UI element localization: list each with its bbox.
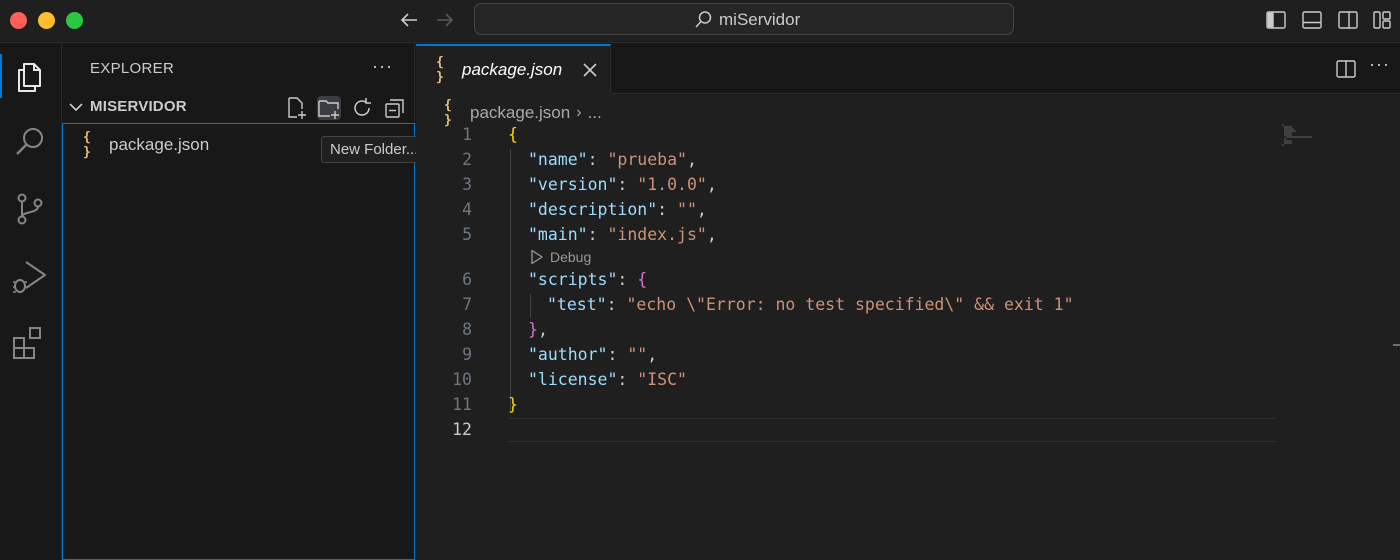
file-tree: { } package.json (62, 123, 415, 560)
code-line: "version": "1.0.0", (528, 175, 717, 194)
line-number: 8 (462, 320, 472, 339)
search-text: miServidor (719, 10, 801, 29)
files-icon[interactable] (10, 56, 50, 96)
folder-section-header[interactable]: MISERVIDOR (68, 98, 187, 115)
indent-guide (510, 149, 511, 411)
line-number: 3 (462, 175, 472, 194)
indent-guide (530, 294, 531, 318)
scrollbar-marker (1393, 344, 1400, 346)
line-number: 10 (452, 370, 472, 389)
file-name: package.json (109, 135, 210, 154)
new-folder-icon[interactable] (317, 96, 341, 120)
code-line: "license": "ISC" (528, 370, 687, 389)
line-number: 7 (462, 295, 472, 314)
code-editor[interactable]: 1 2 3 4 5 6 7 8 9 10 11 12 { "name": "pr… (416, 124, 1400, 560)
code-line: { (508, 125, 518, 144)
code-line: } (508, 395, 518, 414)
arrow-left-icon[interactable] (397, 8, 421, 32)
tab-label: package.json (462, 60, 563, 79)
collapse-all-icon[interactable] (383, 96, 407, 120)
line-number: 5 (462, 225, 472, 244)
play-icon (531, 249, 543, 265)
current-line-highlight (508, 418, 1276, 442)
line-number: 4 (462, 200, 472, 219)
breadcrumb-rest[interactable]: ... (588, 103, 602, 123)
json-file-icon: { } (83, 130, 91, 160)
sidebar-title: EXPLORER (90, 60, 175, 77)
toggle-secondary-sidebar-icon[interactable] (1337, 9, 1359, 31)
code-line: "description": "", (528, 200, 707, 219)
explorer-sidebar: EXPLORER ··· MISERVIDOR { } package.json (62, 44, 415, 560)
editor-area: { } package.json ··· { } package.json › … (416, 44, 1400, 560)
json-file-icon: { } (436, 55, 444, 85)
extensions-icon[interactable] (10, 324, 50, 364)
breadcrumb-file[interactable]: package.json (470, 103, 570, 123)
command-center-search[interactable]: miServidor (474, 3, 1014, 35)
search-icon (695, 11, 712, 28)
search-icon[interactable] (10, 122, 50, 162)
code-line: "main": "index.js", (528, 225, 717, 244)
file-tree-item[interactable]: { } package.json (83, 130, 209, 160)
source-control-icon[interactable] (10, 189, 50, 229)
editor-more-actions-button[interactable]: ··· (1369, 54, 1390, 75)
line-number: 2 (462, 150, 472, 169)
split-editor-icon[interactable] (1335, 58, 1357, 80)
explorer-more-actions-button[interactable]: ··· (372, 56, 393, 77)
customize-layout-icon[interactable] (1371, 9, 1393, 31)
zoom-window-button[interactable] (66, 12, 83, 29)
run-and-debug-icon[interactable] (10, 256, 50, 296)
line-number: 6 (462, 270, 472, 289)
code-line: "name": "prueba", (528, 150, 697, 169)
toggle-primary-sidebar-icon[interactable] (1265, 9, 1287, 31)
close-icon[interactable] (580, 60, 600, 80)
line-number-current: 12 (452, 420, 472, 439)
title-bar: miServidor (0, 0, 1400, 43)
code-line: }, (528, 320, 548, 339)
code-line: "test": "echo \"Error: no test specified… (547, 295, 1074, 314)
tab-bar: { } package.json ··· (416, 44, 1400, 94)
code-line: "scripts": { (528, 270, 648, 289)
code-line: "author": "", (528, 345, 658, 364)
tab-package-json[interactable]: { } package.json (416, 44, 611, 94)
minimap[interactable] (1282, 124, 1312, 154)
active-indicator (0, 54, 2, 98)
close-window-button[interactable] (10, 12, 27, 29)
activity-bar (0, 44, 62, 560)
debug-codelens[interactable]: Debug (530, 249, 591, 265)
line-number: 11 (452, 395, 472, 414)
line-number: 9 (462, 345, 472, 364)
minimize-window-button[interactable] (38, 12, 55, 29)
chevron-down-icon (69, 102, 83, 111)
new-file-icon[interactable] (284, 96, 308, 120)
arrow-right-icon[interactable] (433, 8, 457, 32)
toggle-panel-icon[interactable] (1301, 9, 1323, 31)
chevron-right-icon: › (576, 104, 582, 121)
refresh-icon[interactable] (350, 96, 374, 120)
folder-name: MISERVIDOR (90, 98, 187, 115)
new-folder-tooltip: New Folder... (321, 136, 428, 163)
line-number: 1 (462, 125, 472, 144)
